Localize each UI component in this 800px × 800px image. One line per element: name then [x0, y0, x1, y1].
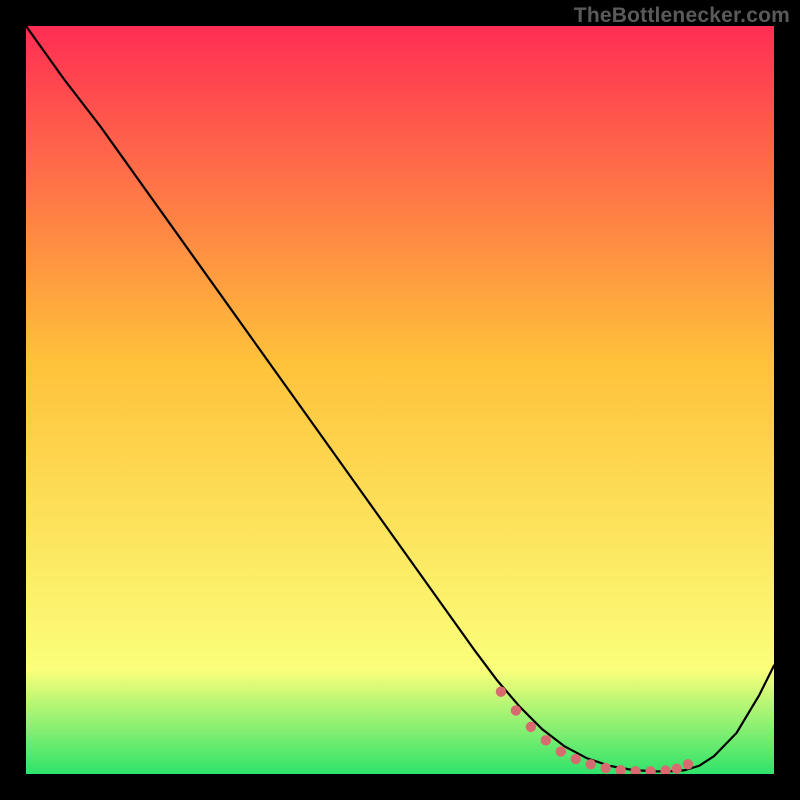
marker-dot	[526, 722, 536, 732]
marker-dot	[556, 746, 566, 756]
chart-svg	[26, 26, 774, 774]
marker-dot	[672, 764, 682, 774]
marker-dot	[683, 759, 693, 769]
watermark-text: TheBottlenecker.com	[574, 4, 790, 28]
marker-dot	[511, 705, 521, 715]
marker-dot	[601, 763, 611, 773]
marker-dot	[496, 687, 506, 697]
marker-dot	[586, 759, 596, 769]
marker-dot	[571, 754, 581, 764]
plot-area	[26, 26, 774, 774]
gradient-background	[26, 26, 774, 774]
marker-dot	[541, 735, 551, 745]
chart-container: TheBottlenecker.com	[0, 0, 800, 800]
